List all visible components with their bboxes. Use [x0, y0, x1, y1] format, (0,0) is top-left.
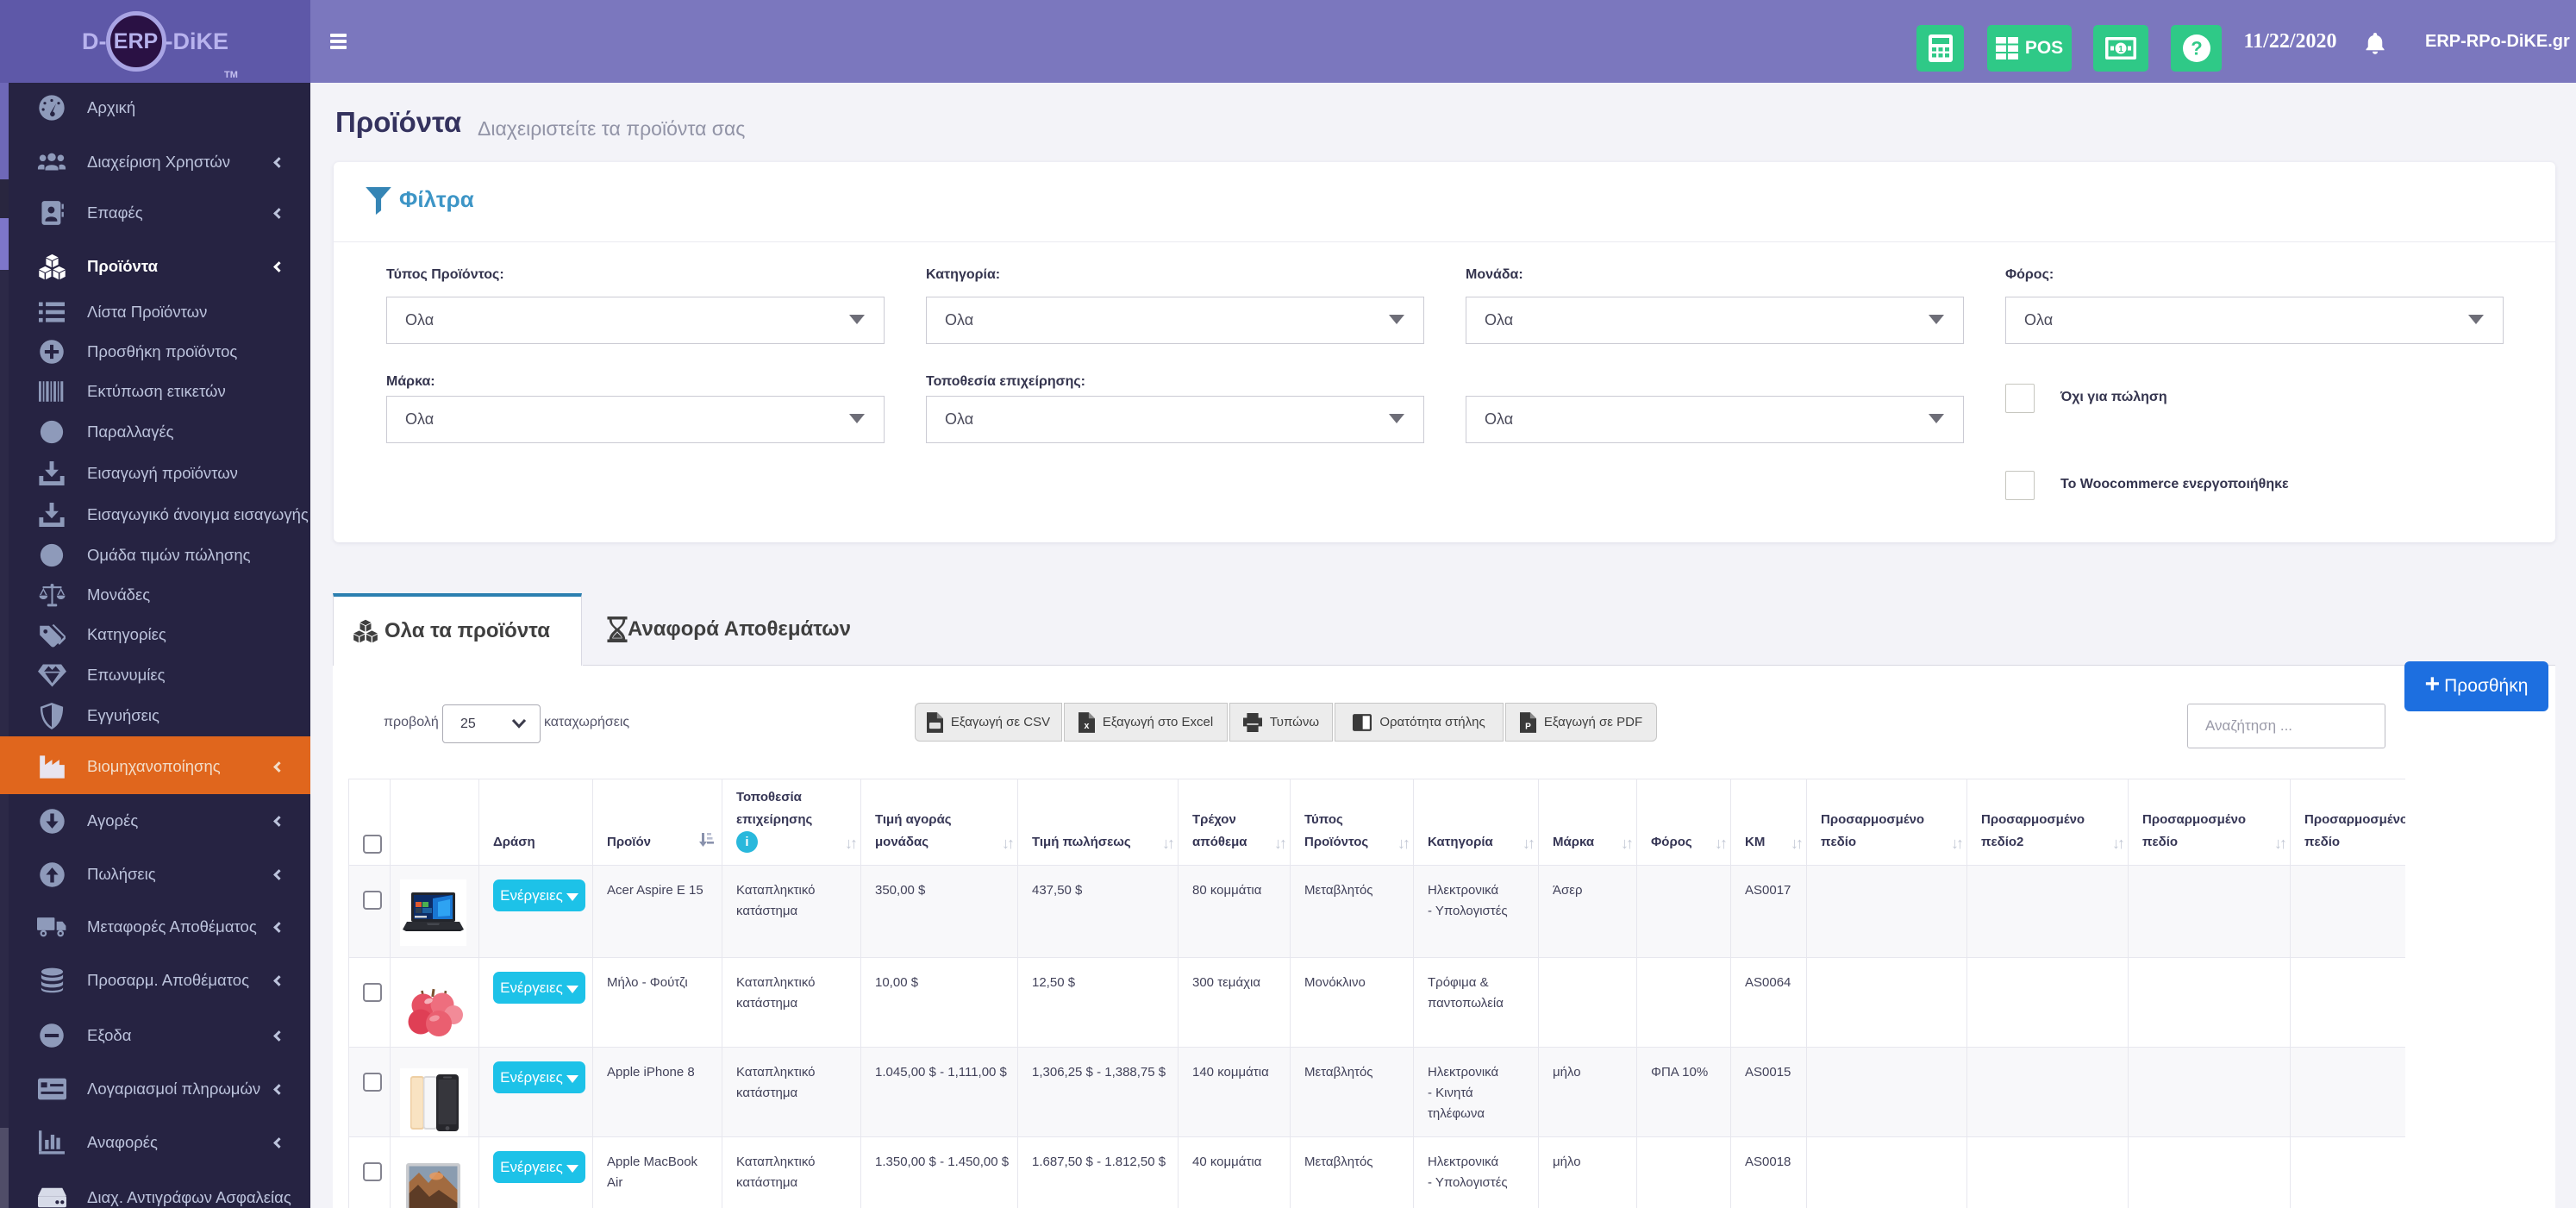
- svg-text:1: 1: [2118, 45, 2123, 54]
- svg-text:?: ?: [2191, 38, 2202, 59]
- svg-text:x: x: [1084, 721, 1089, 731]
- svg-text:P: P: [1525, 722, 1531, 731]
